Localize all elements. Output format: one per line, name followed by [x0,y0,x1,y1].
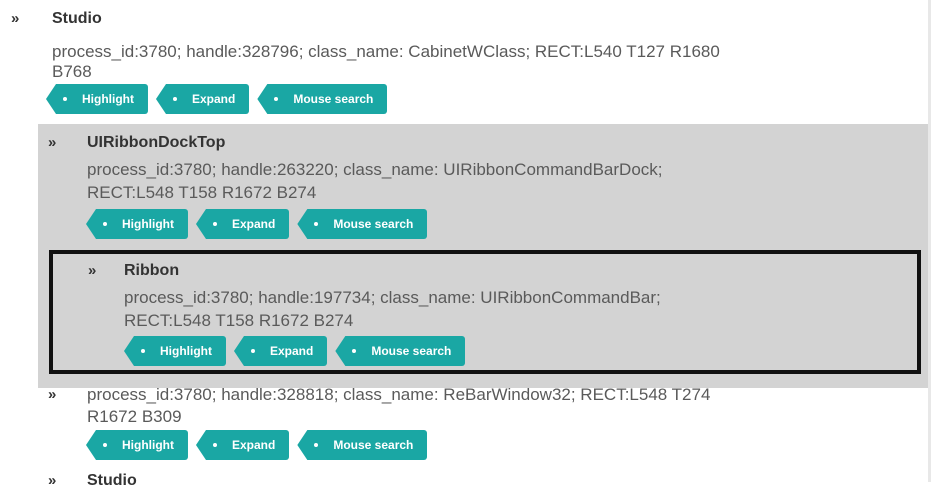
node-description-line1: process_id:3780; handle:328796; class_na… [52,42,720,61]
node-actions: Highlight Expand Mouse search [86,209,428,239]
expand-chevron-icon[interactable]: » [48,386,56,404]
node-actions: Highlight Expand Mouse search [86,430,428,460]
node-title: Ribbon [124,262,180,279]
expand-button[interactable]: Expand [233,336,328,366]
bullet-icon [212,443,217,447]
expand-chevron-icon[interactable]: » [48,134,56,152]
node-actions: Highlight Expand Mouse search [124,336,466,366]
expand-button[interactable]: Expand [155,84,250,114]
node-actions: Highlight Expand Mouse search [46,84,388,114]
node-description-line1: process_id:3780; handle:328818; class_na… [87,385,711,404]
node-description-line1: process_id:3780; handle:263220; class_na… [87,160,663,179]
bullet-icon [314,443,319,447]
node-title: Studio [52,10,102,27]
node-description-line1: process_id:3780; handle:197734; class_na… [124,288,661,307]
bullet-icon [212,222,217,226]
bullet-icon [103,222,107,226]
mouse-search-button[interactable]: Mouse search [257,84,388,114]
highlight-button[interactable]: Highlight [124,336,226,366]
mouse-search-button[interactable]: Mouse search [335,336,466,366]
node-description-line2: B768 [52,62,92,81]
bullet-icon [250,349,255,353]
highlight-button[interactable]: Highlight [46,84,148,114]
node-description-line2: RECT:L548 T158 R1672 B274 [87,183,317,202]
bullet-icon [352,349,357,353]
node-description-line2: R1672 B309 [87,407,182,426]
bullet-icon [314,222,319,226]
bullet-icon [63,97,67,101]
bullet-icon [103,443,107,447]
expand-chevron-icon[interactable]: » [88,262,96,280]
bullet-icon [172,97,177,101]
highlight-button[interactable]: Highlight [86,430,188,460]
node-title: UIRibbonDockTop [87,134,226,151]
highlight-button[interactable]: Highlight [86,209,188,239]
mouse-search-button[interactable]: Mouse search [297,209,428,239]
bullet-icon [141,349,145,353]
bullet-icon [274,97,279,101]
mouse-search-button[interactable]: Mouse search [297,430,428,460]
expand-chevron-icon[interactable]: » [11,10,19,28]
expand-chevron-icon[interactable]: » [48,472,56,490]
node-description-line2: RECT:L548 T158 R1672 B274 [124,311,354,330]
expand-button[interactable]: Expand [195,209,290,239]
node-title: Studio [87,472,137,489]
expand-button[interactable]: Expand [195,430,290,460]
